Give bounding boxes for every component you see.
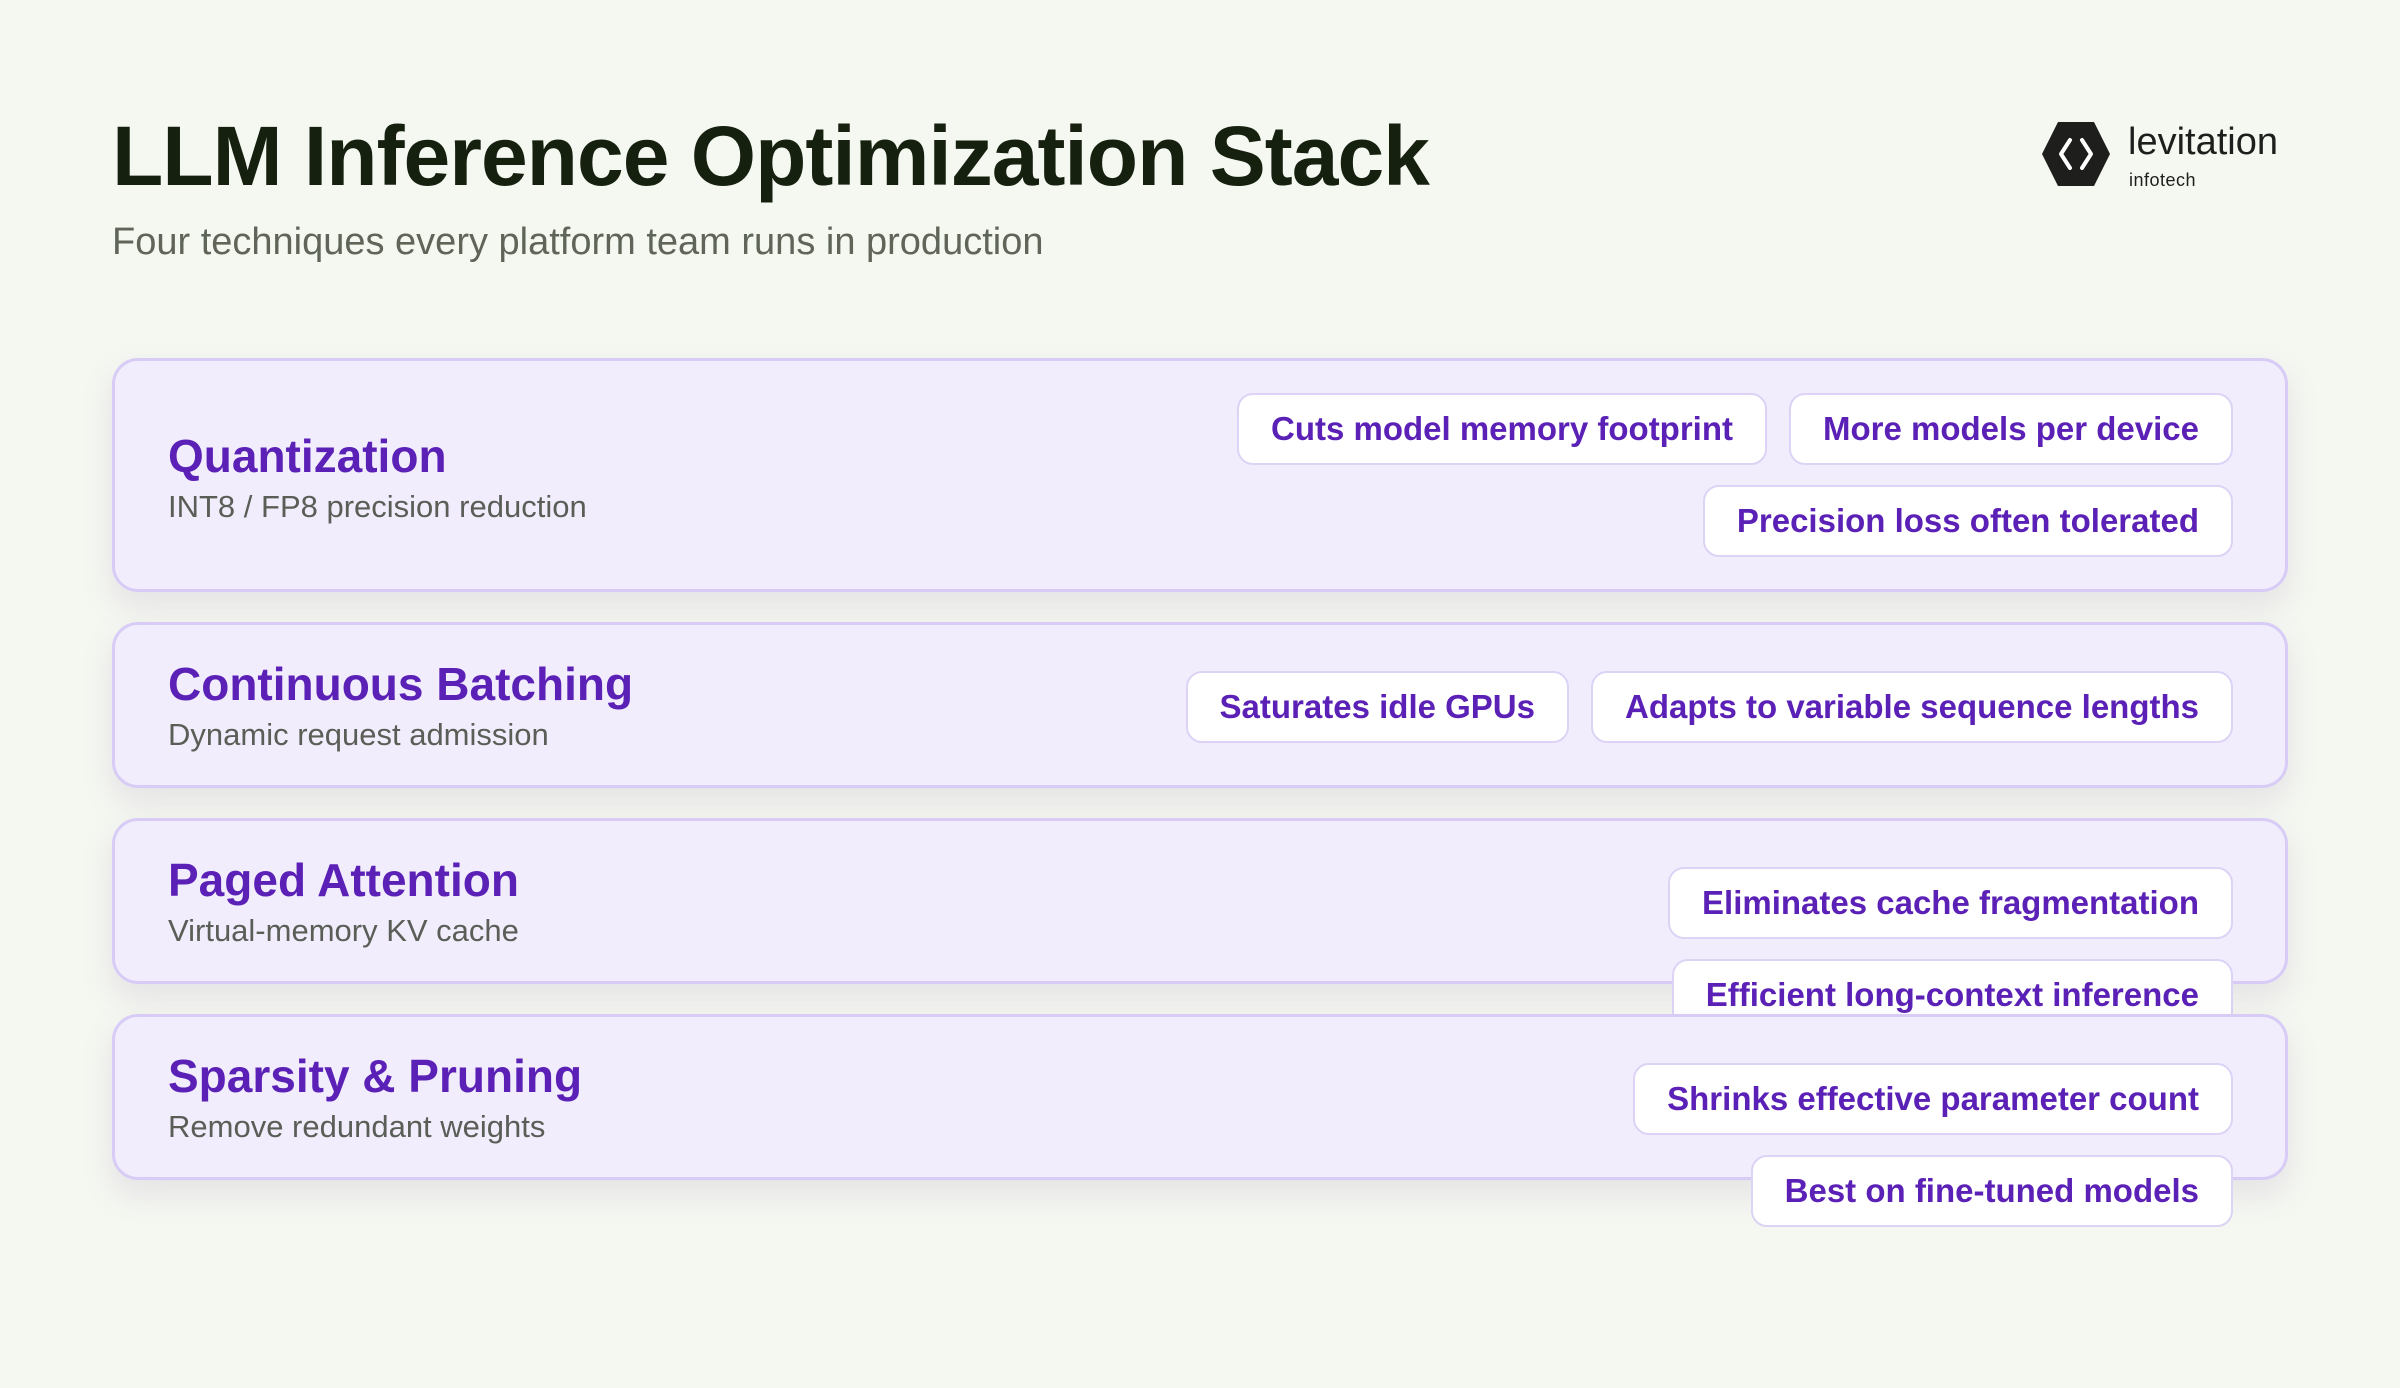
brand-subtitle: infotech bbox=[2129, 170, 2197, 190]
benefit-chips: Saturates idle GPUs Adapts to variable s… bbox=[1133, 671, 2233, 743]
layer-sparsity-pruning: Sparsity & Pruning Remove redundant weig… bbox=[112, 1014, 2288, 1227]
layer-quantization: Quantization INT8 / FP8 precision reduct… bbox=[112, 358, 2288, 592]
benefit-chip: Saturates idle GPUs bbox=[1185, 671, 1569, 743]
layer-text: Continuous Batching Dynamic request admi… bbox=[168, 657, 633, 753]
page-title: LLM Inference Optimization Stack bbox=[112, 109, 1430, 203]
page-subtitle: Four techniques every platform team runs… bbox=[112, 221, 1044, 263]
layer-title: Sparsity & Pruning bbox=[168, 1050, 583, 1102]
layer-text: Paged Attention Virtual-memory KV cache bbox=[168, 853, 519, 949]
brand-name: levitation bbox=[2128, 121, 2278, 163]
layer-description: Remove redundant weights bbox=[168, 1109, 546, 1144]
benefit-chip: Shrinks effective parameter count bbox=[1633, 1063, 2233, 1135]
benefit-chips: Eliminates cache fragmentation Efficient… bbox=[1133, 867, 2233, 1031]
layer-description: Virtual-memory KV cache bbox=[168, 913, 519, 948]
optimization-stack: Quantization INT8 / FP8 precision reduct… bbox=[112, 358, 2288, 1227]
brand-logo: levitation infotech bbox=[2040, 118, 2300, 198]
layer-text: Sparsity & Pruning Remove redundant weig… bbox=[168, 1049, 582, 1145]
layer-paged-attention: Paged Attention Virtual-memory KV cache … bbox=[112, 818, 2288, 1031]
benefit-chip: Eliminates cache fragmentation bbox=[1668, 867, 2233, 939]
hexagon-code-icon bbox=[2042, 122, 2110, 186]
header: LLM Inference Optimization Stack Four te… bbox=[112, 108, 1430, 264]
layer-description: INT8 / FP8 precision reduction bbox=[168, 489, 587, 524]
benefit-chips: Cuts model memory footprint More models … bbox=[1153, 393, 2233, 557]
benefit-chip: Best on fine-tuned models bbox=[1750, 1155, 2233, 1227]
layer-title: Quantization bbox=[168, 430, 447, 482]
benefit-chip: Cuts model memory footprint bbox=[1236, 393, 1768, 465]
layer-title: Continuous Batching bbox=[168, 658, 634, 710]
benefit-chip: Adapts to variable sequence lengths bbox=[1591, 671, 2233, 743]
layer-description: Dynamic request admission bbox=[168, 717, 549, 752]
layer-continuous-batching: Continuous Batching Dynamic request admi… bbox=[112, 622, 2288, 788]
benefit-chip: More models per device bbox=[1789, 393, 2233, 465]
layer-text: Quantization INT8 / FP8 precision reduct… bbox=[168, 429, 587, 525]
benefit-chip: Precision loss often tolerated bbox=[1702, 485, 2233, 557]
layer-title: Paged Attention bbox=[168, 854, 519, 906]
benefit-chips: Shrinks effective parameter count Best o… bbox=[1133, 1063, 2233, 1227]
